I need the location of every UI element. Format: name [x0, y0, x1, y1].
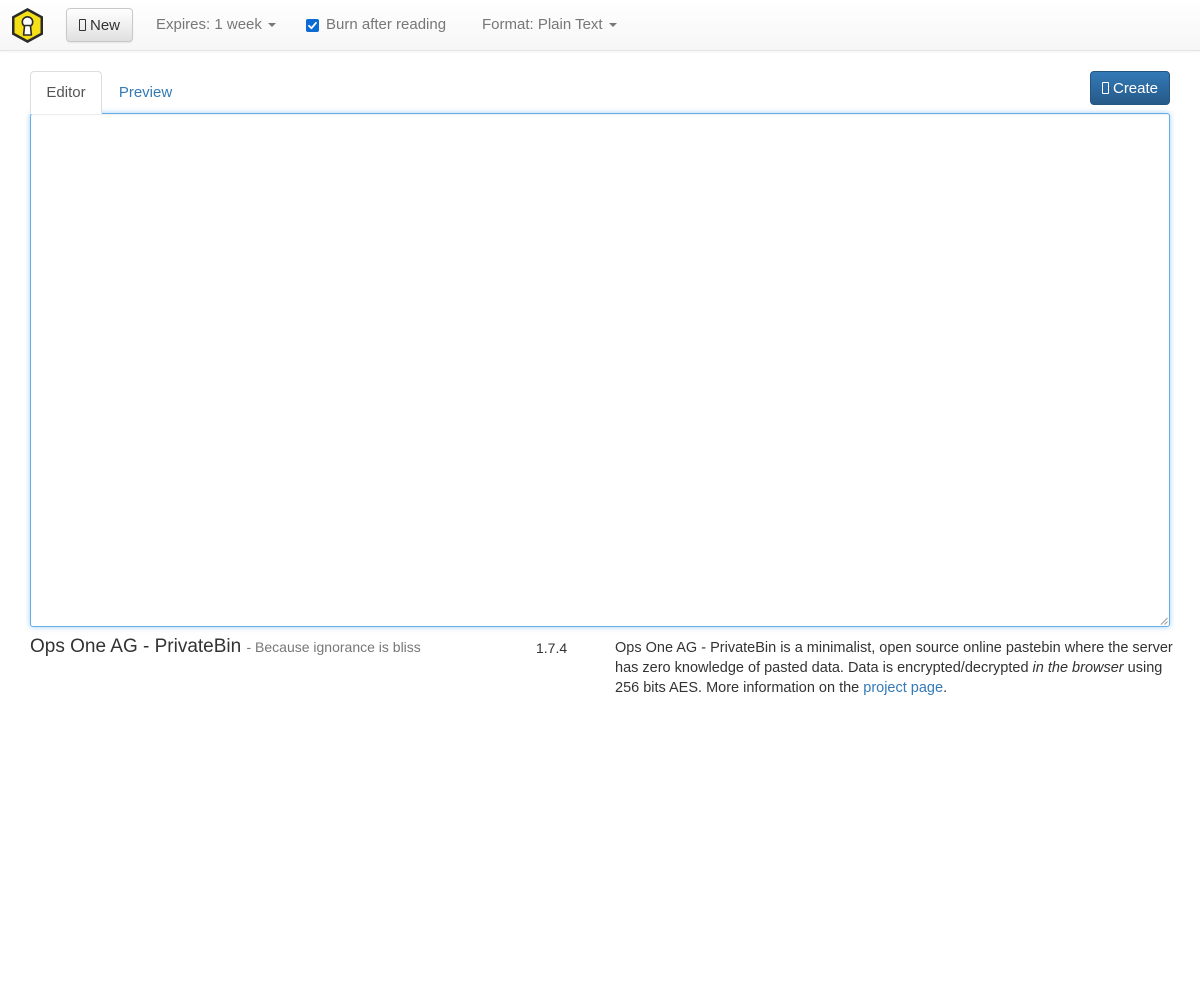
tab-editor-label: Editor [46, 84, 86, 101]
version-number: 1.7.4 [536, 640, 568, 656]
paste-textarea[interactable] [30, 113, 1170, 627]
about-text-end: . [943, 680, 948, 696]
format-label: Format: Plain Text [482, 16, 603, 33]
new-button[interactable]: New [66, 8, 133, 42]
expires-dropdown[interactable]: Expires: 1 week [156, 16, 276, 34]
site-name: Ops One AG - PrivateBin [30, 636, 242, 657]
format-dropdown[interactable]: Format: Plain Text [482, 16, 617, 34]
caret-down-icon [267, 23, 276, 28]
create-button[interactable]: Create [1090, 71, 1170, 105]
new-button-label: New [89, 16, 120, 34]
tab-preview[interactable]: Preview [103, 71, 188, 114]
tab-preview-label: Preview [118, 84, 173, 101]
caret-down-icon [608, 23, 617, 28]
burn-after-reading-label[interactable]: Burn after reading [326, 16, 446, 34]
about-text-emphasis: in the browser [1032, 660, 1124, 676]
keyhole-logo-icon[interactable] [9, 7, 46, 44]
navbar: New Expires: 1 week Burn after reading F… [0, 0, 1200, 51]
tab-editor[interactable]: Editor [30, 71, 102, 114]
create-button-label: Create [1112, 79, 1159, 97]
checkmark-icon [308, 21, 317, 30]
about-text: Ops One AG - PrivateBin is a minimalist,… [615, 638, 1175, 698]
upload-icon [1101, 82, 1109, 94]
burn-after-reading-checkbox[interactable] [306, 19, 319, 32]
expires-label: Expires: 1 week [156, 16, 262, 33]
footer-title: Ops One AG - PrivateBin - Because ignora… [30, 636, 421, 658]
site-tagline: - Because ignorance is bliss [246, 639, 421, 655]
project-page-link[interactable]: project page [863, 680, 943, 696]
resize-handle-icon[interactable] [1160, 617, 1168, 625]
file-icon [78, 19, 86, 31]
